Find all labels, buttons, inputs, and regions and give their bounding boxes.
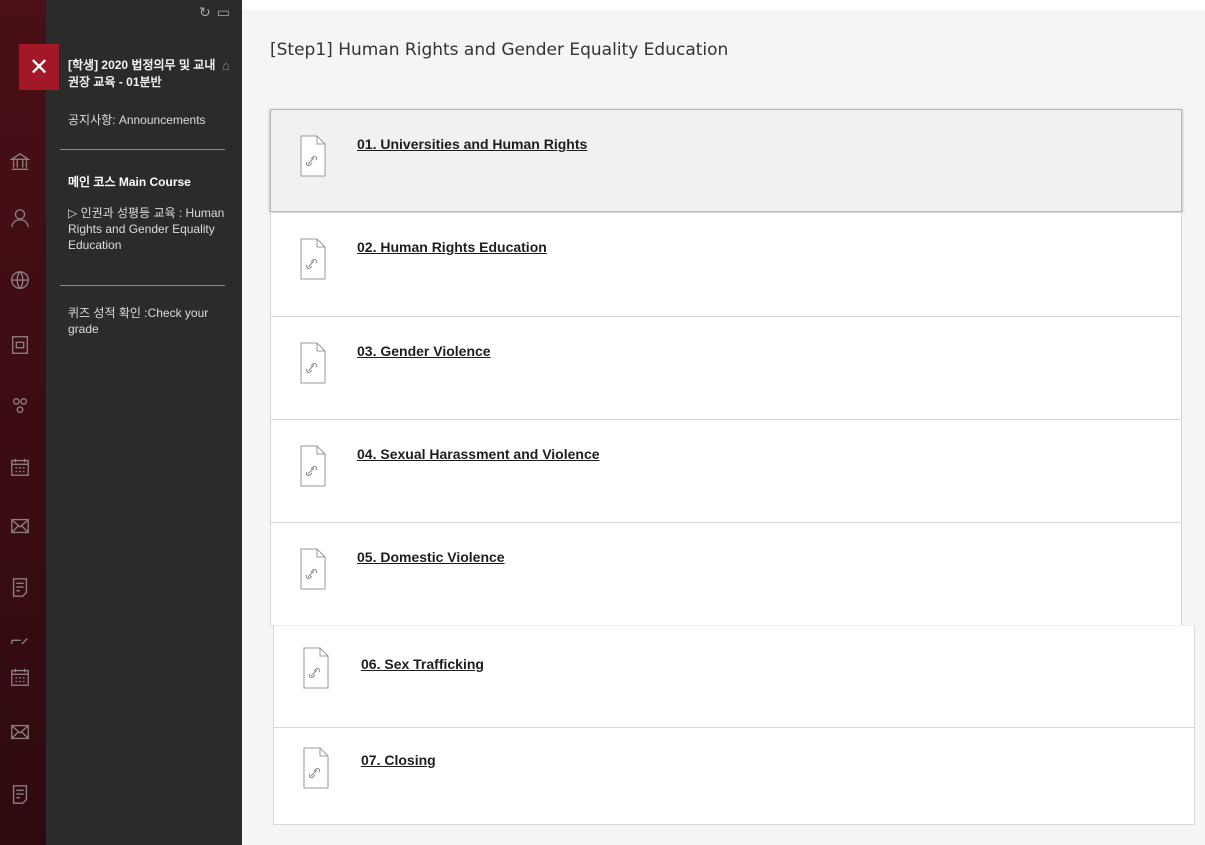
close-menu-button[interactable]: ✕ [19, 44, 59, 90]
calendar-icon[interactable] [8, 455, 32, 479]
item-link[interactable]: 01. Universities and Human Rights [357, 136, 587, 152]
list-item[interactable]: 05. Domestic Violence [270, 522, 1182, 626]
menu-divider [60, 149, 225, 150]
item-link[interactable]: 03. Gender Violence [357, 343, 491, 359]
global-nav-rail [0, 0, 46, 845]
link-file-icon [303, 747, 329, 789]
grades-icon[interactable] [8, 575, 32, 599]
list-item[interactable]: 04. Sexual Harassment and Violence [270, 419, 1182, 523]
list-item[interactable]: 02. Human Rights Education [270, 212, 1182, 317]
home-icon[interactable]: ⌂ [222, 58, 230, 73]
item-link[interactable]: 06. Sex Trafficking [361, 656, 484, 672]
courses-icon[interactable] [8, 333, 32, 357]
link-file-icon [300, 238, 326, 280]
list-item[interactable]: 03. Gender Violence [270, 316, 1182, 420]
organizations-icon[interactable] [8, 394, 32, 418]
list-item[interactable]: 01. Universities and Human Rights [270, 109, 1182, 212]
menu-item-check-grade[interactable]: 퀴즈 성적 확인 :Check your grade [68, 305, 218, 337]
link-file-icon [300, 342, 326, 384]
menu-item-human-rights[interactable]: ▷ 인권과 성평등 교육 : Human Rights and Gender E… [68, 205, 243, 253]
institution-icon[interactable] [8, 150, 32, 174]
item-link[interactable]: 04. Sexual Harassment and Violence [357, 446, 600, 462]
item-link[interactable]: 05. Domestic Violence [357, 549, 505, 565]
edit-icon[interactable] [8, 632, 32, 656]
folder-view-icon[interactable]: ▭ [217, 4, 236, 20]
item-link[interactable]: 02. Human Rights Education [357, 239, 547, 255]
globe-icon[interactable] [8, 268, 32, 292]
course-menu-lower [46, 648, 244, 845]
menu-divider [60, 285, 225, 286]
link-file-icon [300, 548, 326, 590]
item-link[interactable]: 07. Closing [361, 752, 436, 768]
link-file-icon [300, 445, 326, 487]
page-title: [Step1] Human Rights and Gender Equality… [270, 40, 729, 60]
link-file-icon [303, 647, 329, 689]
course-menu: ↻▭ [학생] 2020 법정의무 및 교내권장 교육 - 01분반 ⌂ 공지사… [46, 0, 242, 648]
list-item[interactable]: 07. Closing [273, 727, 1195, 825]
profile-icon[interactable] [8, 206, 32, 230]
messages-icon[interactable] [8, 514, 32, 538]
calendar-icon[interactable] [8, 665, 32, 689]
menu-item-announcements[interactable]: 공지사항: Announcements [68, 112, 206, 128]
link-file-icon [300, 135, 326, 177]
menu-item-main-course[interactable]: 메인 코스 Main Course [68, 174, 191, 190]
grades-icon[interactable] [8, 782, 32, 806]
course-title[interactable]: [학생] 2020 법정의무 및 교내권장 교육 - 01분반 [68, 57, 218, 91]
refresh-icon[interactable]: ↻ [199, 4, 217, 20]
messages-icon[interactable] [8, 720, 32, 744]
list-item[interactable]: 06. Sex Trafficking [273, 625, 1195, 728]
menu-tools: ↻▭ [199, 4, 236, 21]
